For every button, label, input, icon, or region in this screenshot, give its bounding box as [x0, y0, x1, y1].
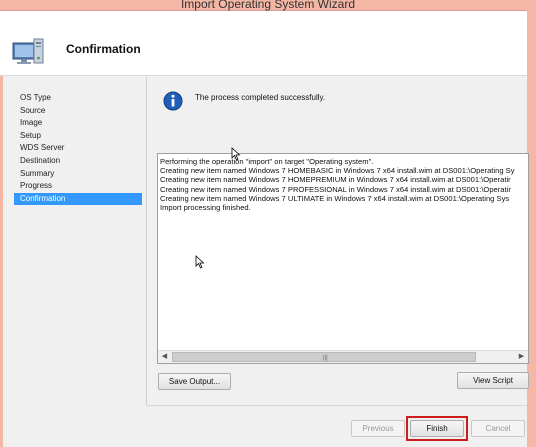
log-line: Creating new item named Windows 7 ULTIMA… — [160, 193, 510, 203]
log-line: Performing the operation "import" on tar… — [160, 157, 374, 166]
wizard-steps: OS Type Source Image Setup WDS Server De… — [14, 92, 142, 206]
scroll-left-icon[interactable]: ◀ — [158, 351, 171, 363]
log-line: Import processing finished. — [160, 203, 251, 213]
mouse-cursor-icon — [195, 255, 205, 269]
step-os-type[interactable]: OS Type — [14, 92, 142, 105]
log-line: Creating new item named Windows 7 HOMEBA… — [160, 166, 515, 176]
info-icon — [163, 91, 183, 111]
finish-button[interactable]: Finish — [410, 420, 464, 437]
title-bar: Import Operating System Wizard — [0, 0, 536, 11]
step-wds-server[interactable]: WDS Server — [14, 142, 142, 155]
step-progress[interactable]: Progress — [14, 180, 142, 193]
mouse-cursor-icon — [231, 147, 241, 161]
grip-icon: ||| — [323, 355, 328, 361]
step-destination[interactable]: Destination — [14, 155, 142, 168]
step-confirmation[interactable]: Confirmation — [14, 192, 142, 206]
save-output-button[interactable]: Save Output... — [158, 373, 231, 390]
window-title: Import Operating System Wizard — [180, 0, 356, 11]
cancel-button[interactable]: Cancel — [471, 420, 525, 437]
page-title: Confirmation — [66, 42, 141, 56]
wizard-header: Confirmation — [0, 11, 527, 76]
footer-divider — [146, 405, 527, 406]
window-frame-left — [0, 11, 3, 447]
output-log[interactable]: Performing the operation "import" on tar… — [157, 153, 529, 364]
previous-button[interactable]: Previous — [351, 420, 405, 437]
scroll-right-icon[interactable]: ▶ — [515, 351, 528, 363]
step-image[interactable]: Image — [14, 117, 142, 130]
view-script-button[interactable]: View Script — [457, 372, 529, 389]
status-message: The process completed successfully. — [195, 93, 326, 102]
scrollbar-thumb[interactable]: ||| — [172, 352, 476, 362]
log-line: Creating new item named Windows 7 HOMEPR… — [160, 175, 511, 185]
step-setup[interactable]: Setup — [14, 130, 142, 143]
computer-monitor-icon — [12, 38, 44, 64]
log-line: Creating new item named Windows 7 PROFES… — [160, 184, 511, 194]
horizontal-scrollbar[interactable]: ◀ ||| ▶ — [158, 350, 528, 363]
output-log-text: Performing the operation "import" on tar… — [160, 157, 528, 351]
step-source[interactable]: Source — [14, 105, 142, 118]
step-summary[interactable]: Summary — [14, 168, 142, 181]
